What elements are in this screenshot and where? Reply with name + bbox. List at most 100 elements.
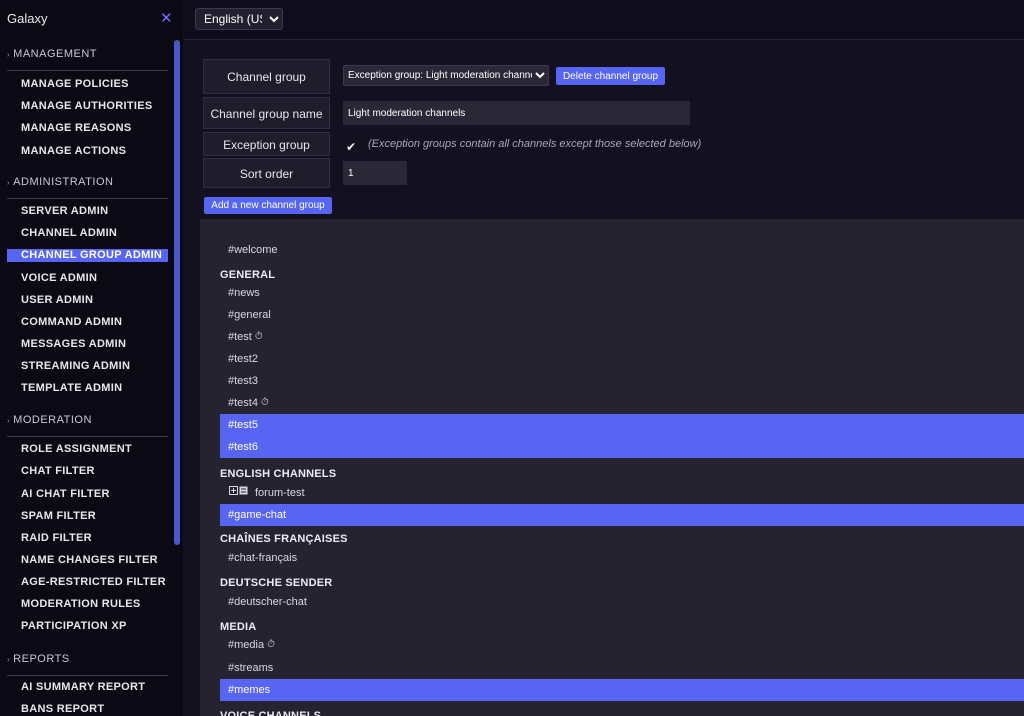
sidebar-item-user-admin[interactable]: USER ADMIN bbox=[7, 294, 168, 307]
channel-item[interactable]: #test3 bbox=[220, 370, 1024, 392]
add-channel-group-button[interactable]: Add a new channel group bbox=[204, 197, 332, 214]
sidebar-item-ai-summary-report[interactable]: AI SUMMARY REPORT bbox=[7, 681, 168, 694]
channel-item[interactable]: #memes bbox=[220, 679, 1024, 701]
channel-item[interactable]: #deutscher-chat bbox=[220, 591, 1024, 613]
channel-name: #news bbox=[228, 287, 260, 299]
sort-order-input[interactable] bbox=[343, 161, 407, 185]
channel-item[interactable]: #welcome bbox=[220, 239, 1024, 261]
sidebar-item-manage-reasons[interactable]: MANAGE REASONS bbox=[7, 122, 168, 135]
category-name: MEDIA bbox=[220, 621, 257, 633]
section-label: MANAGEMENT bbox=[13, 48, 98, 60]
forum-icon bbox=[229, 482, 249, 504]
sidebar-item-ai-chat-filter[interactable]: AI CHAT FILTER bbox=[7, 488, 168, 501]
sidebar-item-raid-filter[interactable]: RAID FILTER bbox=[7, 532, 168, 545]
sidebar-item-moderation-rules[interactable]: MODERATION RULES bbox=[7, 598, 168, 611]
channel-item[interactable]: #media ⏱ bbox=[220, 634, 1024, 656]
channel-name: #test6 bbox=[228, 441, 258, 453]
app-title: Galaxy bbox=[7, 11, 48, 26]
sidebar-item-role-assignment[interactable]: ROLE ASSIGNMENT bbox=[7, 443, 168, 456]
channel-item[interactable]: #test ⏱ bbox=[220, 326, 1024, 348]
channel-item[interactable]: #test2 bbox=[220, 348, 1024, 370]
section-label: REPORTS bbox=[13, 653, 70, 665]
chevron-right-icon: › bbox=[7, 655, 11, 664]
channel-category: MEDIA bbox=[220, 619, 1024, 635]
sidebar-item-command-admin[interactable]: COMMAND ADMIN bbox=[7, 316, 168, 329]
channel-item[interactable]: #test6 bbox=[220, 436, 1024, 458]
chevron-right-icon: › bbox=[7, 50, 11, 59]
channel-category: ENGLISH CHANNELS bbox=[220, 466, 1024, 482]
channel-name: #test5 bbox=[228, 419, 258, 431]
sidebar-item-channel-admin[interactable]: CHANNEL ADMIN bbox=[7, 227, 168, 240]
channel-category: VOICE CHANNELS bbox=[220, 708, 1024, 716]
sidebar-item-streaming-admin[interactable]: STREAMING ADMIN bbox=[7, 360, 168, 373]
channel-name: #general bbox=[228, 309, 271, 321]
exception-group-note: (Exception groups contain all channels e… bbox=[368, 138, 702, 150]
channel-group-label: Channel group bbox=[203, 59, 330, 94]
sidebar-item-messages-admin[interactable]: MESSAGES ADMIN bbox=[7, 338, 168, 351]
sidebar: Galaxy ✕ › MANAGEMENT MANAGE POLICIES MANAG… bbox=[0, 0, 184, 716]
channel-name: #game-chat bbox=[228, 509, 287, 521]
channel-group-name-input[interactable] bbox=[343, 101, 690, 125]
channel-category: DEUTSCHE SENDER bbox=[220, 575, 1024, 591]
channel-list: #welcome GENERAL #news #general #test ⏱ #test2… bbox=[200, 219, 1024, 716]
channel-item[interactable]: #test4 ⏱ bbox=[220, 392, 1024, 414]
channel-item[interactable]: forum-test bbox=[220, 482, 1024, 504]
chevron-right-icon: › bbox=[7, 178, 11, 187]
channel-name: #test bbox=[228, 331, 252, 343]
channel-name: #memes bbox=[228, 684, 271, 696]
sidebar-item-manage-authorities[interactable]: MANAGE AUTHORITIES bbox=[7, 100, 168, 113]
sidebar-item-server-admin[interactable]: SERVER ADMIN bbox=[7, 205, 168, 218]
sidebar-item-voice-admin[interactable]: VOICE ADMIN bbox=[7, 272, 168, 285]
delete-channel-group-button[interactable]: Delete channel group bbox=[556, 67, 665, 85]
channel-item[interactable]: #game-chat bbox=[220, 504, 1024, 526]
channel-name: #welcome bbox=[228, 244, 278, 256]
category-name: ENGLISH CHANNELS bbox=[220, 468, 337, 480]
channel-item[interactable]: #streams bbox=[220, 657, 1024, 679]
sidebar-item-channel-group-admin[interactable]: CHANNEL GROUP ADMIN bbox=[7, 249, 168, 262]
sidebar-item-name-changes-filter[interactable]: NAME CHANGES FILTER bbox=[7, 554, 168, 567]
section-label: ADMINISTRATION bbox=[13, 176, 114, 188]
sidebar-item-spam-filter[interactable]: SPAM FILTER bbox=[7, 510, 168, 523]
sidebar-scrollbar[interactable] bbox=[174, 40, 180, 545]
channel-item[interactable]: #news bbox=[220, 282, 1024, 304]
channel-name: #deutscher-chat bbox=[228, 596, 307, 608]
channel-item[interactable]: #test5 bbox=[220, 414, 1024, 436]
channel-item[interactable]: #chat-français bbox=[220, 547, 1024, 569]
timer-icon: ⏱ bbox=[254, 331, 263, 343]
sidebar-header: Galaxy ✕ bbox=[0, 0, 183, 38]
section-label: MODERATION bbox=[13, 414, 92, 426]
channel-name: #test4 bbox=[228, 397, 258, 409]
close-icon[interactable]: ✕ bbox=[160, 9, 173, 27]
sidebar-item-manage-policies[interactable]: MANAGE POLICIES bbox=[7, 78, 168, 91]
channel-name: forum-test bbox=[255, 487, 305, 499]
channel-name: #streams bbox=[228, 662, 274, 674]
channel-item[interactable]: #general bbox=[220, 304, 1024, 326]
sidebar-item-manage-actions[interactable]: MANAGE ACTIONS bbox=[7, 145, 168, 158]
category-name: VOICE CHANNELS bbox=[220, 710, 322, 716]
timer-icon: ⏱ bbox=[267, 639, 275, 651]
channel-category: CHAÎNES FRANÇAISES bbox=[220, 531, 1024, 547]
timer-icon: ⏱ bbox=[260, 397, 269, 409]
sidebar-item-bans-report[interactable]: BANS REPORT bbox=[7, 703, 168, 716]
sidebar-item-participation-xp[interactable]: PARTICIPATION XP bbox=[7, 620, 168, 633]
language-select[interactable]: English (US) bbox=[195, 8, 283, 30]
chevron-right-icon: › bbox=[7, 416, 11, 425]
category-name: CHAÎNES FRANÇAISES bbox=[220, 533, 348, 545]
sidebar-item-chat-filter[interactable]: CHAT FILTER bbox=[7, 465, 168, 478]
sidebar-item-age-restricted-filter[interactable]: AGE-RESTRICTED FILTER bbox=[7, 576, 168, 589]
channel-group-name-label: Channel group name bbox=[203, 97, 330, 129]
top-bar: English (US) bbox=[183, 0, 1024, 40]
channel-category: GENERAL bbox=[220, 267, 1024, 283]
section-header-reports[interactable]: › REPORTS bbox=[7, 653, 168, 676]
sidebar-item-template-admin[interactable]: TEMPLATE ADMIN bbox=[7, 382, 168, 395]
section-header-moderation[interactable]: › MODERATION bbox=[7, 414, 168, 437]
exception-group-checkbox[interactable]: ✔ bbox=[346, 140, 356, 154]
channel-group-select[interactable]: Exception group: Light moderation channe… bbox=[343, 65, 549, 86]
category-name: GENERAL bbox=[220, 269, 276, 281]
exception-group-label: Exception group bbox=[203, 132, 330, 156]
section-header-administration[interactable]: › ADMINISTRATION bbox=[7, 176, 168, 199]
sort-order-label: Sort order bbox=[203, 158, 330, 188]
section-header-management[interactable]: › MANAGEMENT bbox=[7, 48, 168, 71]
channel-name: #chat-français bbox=[228, 552, 298, 564]
category-name: DEUTSCHE SENDER bbox=[220, 577, 333, 589]
